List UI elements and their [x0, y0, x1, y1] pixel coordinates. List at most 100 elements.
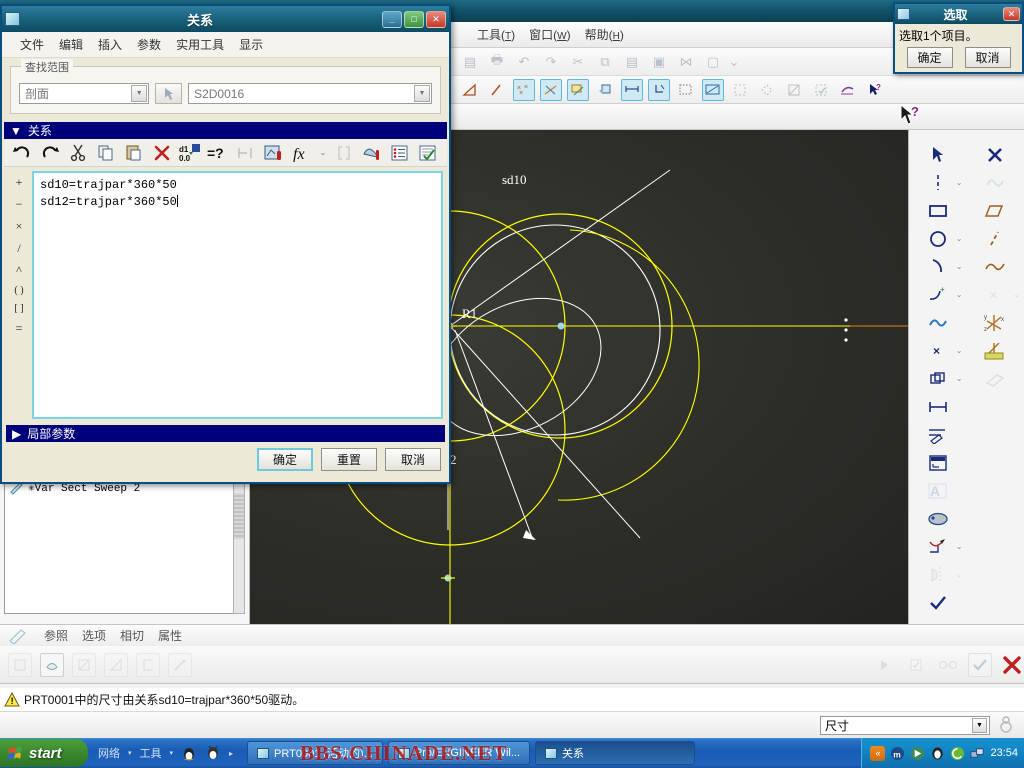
start-button[interactable]: start [0, 739, 88, 767]
tray-network-icon[interactable] [970, 746, 985, 761]
circle-icon[interactable]: ⌄ [921, 226, 963, 252]
constraints-display-icon[interactable]: × × × [513, 78, 535, 101]
chevron-down-icon[interactable]: ▼ [131, 85, 148, 102]
rectangle-icon[interactable] [921, 198, 955, 224]
paste-icon[interactable] [122, 141, 146, 165]
copy-icon[interactable]: ⧉ [594, 51, 616, 73]
paste-special-icon[interactable]: ▣ [648, 51, 670, 73]
spline-dim-icon[interactable] [978, 170, 1012, 196]
cancel-x-icon[interactable] [978, 142, 1012, 168]
tray-media-icon[interactable] [910, 746, 925, 761]
function-icon[interactable]: fx [290, 141, 314, 165]
taskbar-item-relations[interactable]: 关系 [535, 741, 695, 765]
repaint-dropdown-icon[interactable]: ⌄ [729, 51, 740, 73]
reference-icon[interactable] [978, 366, 1012, 392]
tray-antivirus-icon[interactable] [950, 746, 965, 761]
relations-section-header[interactable]: ▼ 关系 [4, 122, 447, 139]
scope-type-combo[interactable]: 剖面 ▼ [19, 83, 150, 104]
brackets-icon[interactable] [332, 141, 356, 165]
menu-tools[interactable]: 工具(T) [477, 26, 515, 43]
local-parameters-header[interactable]: ▶ 局部参数 [6, 425, 445, 442]
relations-menu-edit[interactable]: 编辑 [59, 36, 83, 53]
chevron-down-icon[interactable]: ▼ [972, 717, 987, 733]
operator-minus[interactable]: − [16, 197, 23, 212]
reset-button[interactable]: 重置 [321, 448, 377, 471]
operator-equals[interactable]: = [16, 321, 23, 336]
paste-icon[interactable]: ▤ [621, 51, 643, 73]
menu-help[interactable]: 帮助(H) [585, 26, 624, 43]
chevron-down-icon[interactable]: ▼ [414, 85, 430, 102]
spline-icon[interactable] [921, 310, 955, 336]
point-icon[interactable]: × ⌄ [921, 338, 963, 364]
perpendicular-icon[interactable] [648, 78, 670, 101]
trim-icon[interactable]: ⌄ [921, 534, 963, 560]
solid-feature-icon[interactable] [8, 652, 32, 677]
insert-icon[interactable] [234, 141, 258, 165]
new-icon[interactable]: ▤ [459, 51, 481, 73]
spin-center-icon[interactable] [837, 79, 859, 101]
model-tree[interactable]: ✳Var Sect Sweep 2 [4, 478, 236, 614]
redo-icon[interactable] [38, 141, 62, 165]
open-end-icon[interactable] [136, 652, 160, 677]
find-icon[interactable]: ⋈ [675, 51, 697, 73]
lock-icon[interactable] [262, 141, 286, 165]
tab-properties[interactable]: 属性 [158, 627, 182, 644]
chevron-down-icon[interactable]: ▾ [170, 749, 174, 757]
minimize-button[interactable]: _ [382, 10, 402, 28]
point-dim-icon[interactable]: × ⌄ [978, 282, 1020, 308]
clock[interactable]: 23:54 [990, 747, 1018, 759]
tab-options[interactable]: 选项 [82, 627, 106, 644]
cancel-button[interactable]: 取消 [385, 448, 441, 471]
delete-icon[interactable] [150, 141, 174, 165]
modify-dimension-icon[interactable] [921, 422, 955, 448]
select-object-button[interactable] [155, 83, 183, 104]
grid-display-icon[interactable] [567, 78, 589, 101]
constraint-icon[interactable] [921, 450, 955, 476]
cut-icon[interactable] [66, 141, 90, 165]
remove-material-icon[interactable] [168, 652, 192, 677]
operator-parentheses[interactable]: ( ) [14, 285, 23, 296]
relations-menu-insert[interactable]: 插入 [98, 36, 122, 53]
dim-toggle-icon[interactable]: d1 0.0 [178, 141, 202, 165]
chevron-down-icon[interactable]: ▾ [128, 749, 132, 757]
glasses-icon[interactable] [936, 653, 960, 677]
tray-expand-icon[interactable]: « [870, 745, 886, 761]
coordinate-system-highlighted-icon[interactable] [978, 338, 1012, 364]
line-icon[interactable]: ⌄ [921, 170, 963, 196]
sketch-view-icon[interactable] [459, 79, 481, 101]
collapse-arrow-icon[interactable]: ▼ [10, 124, 22, 138]
datum-plane-display-icon[interactable] [729, 79, 751, 101]
undo-icon[interactable]: ↶ [513, 51, 535, 73]
mirror-icon[interactable]: ⌄ [921, 562, 963, 588]
operator-plus[interactable]: + [16, 175, 23, 190]
select-ok-button[interactable]: 确定 [906, 47, 953, 68]
arc-icon[interactable]: ⌄ [921, 254, 963, 280]
preview-checkbox[interactable] [904, 653, 928, 677]
operator-divide[interactable]: / [17, 241, 20, 256]
accept-feature-button[interactable] [968, 652, 992, 677]
redo-icon[interactable]: ↷ [540, 51, 562, 73]
relations-menu-utilities[interactable]: 实用工具 [176, 36, 224, 53]
chevron-down-icon[interactable]: ⌄ [318, 141, 328, 165]
close-button[interactable]: ✕ [426, 10, 446, 28]
tray-msn-icon[interactable]: m [890, 746, 905, 761]
hatch-display-icon[interactable] [675, 79, 697, 101]
select-arrow-icon[interactable] [921, 142, 955, 168]
select-dialog[interactable]: 选取 ✕ 选取1个项目。 确定 取消 [893, 2, 1024, 74]
section-display-icon[interactable] [702, 78, 724, 101]
select-dialog-titlebar[interactable]: 选取 ✕ [895, 4, 1022, 24]
parameters-icon[interactable] [388, 141, 412, 165]
selection-filter-combo[interactable]: 尺寸 ▼ [820, 715, 990, 735]
help-pointer-icon[interactable]: ? [864, 79, 886, 101]
select-cancel-button[interactable]: 取消 [964, 47, 1011, 68]
fillet-icon[interactable]: + ⌄ [921, 282, 963, 308]
verify-icon[interactable] [416, 141, 440, 165]
relations-dialog[interactable]: 关系 _ □ ✕ 文件 编辑 插入 参数 实用工具 显示 查找范围 剖面 ▼ S… [0, 4, 451, 484]
line-display-icon[interactable] [486, 79, 508, 101]
palette-icon[interactable] [921, 506, 955, 532]
quicklaunch-tools[interactable]: 工具 [140, 745, 162, 761]
scope-object-combo[interactable]: S2D0016 ▼ [188, 83, 432, 104]
tab-references[interactable]: 参照 [44, 627, 68, 644]
dimension-tool-icon[interactable] [621, 78, 643, 101]
csys-display-icon[interactable] [810, 79, 832, 101]
